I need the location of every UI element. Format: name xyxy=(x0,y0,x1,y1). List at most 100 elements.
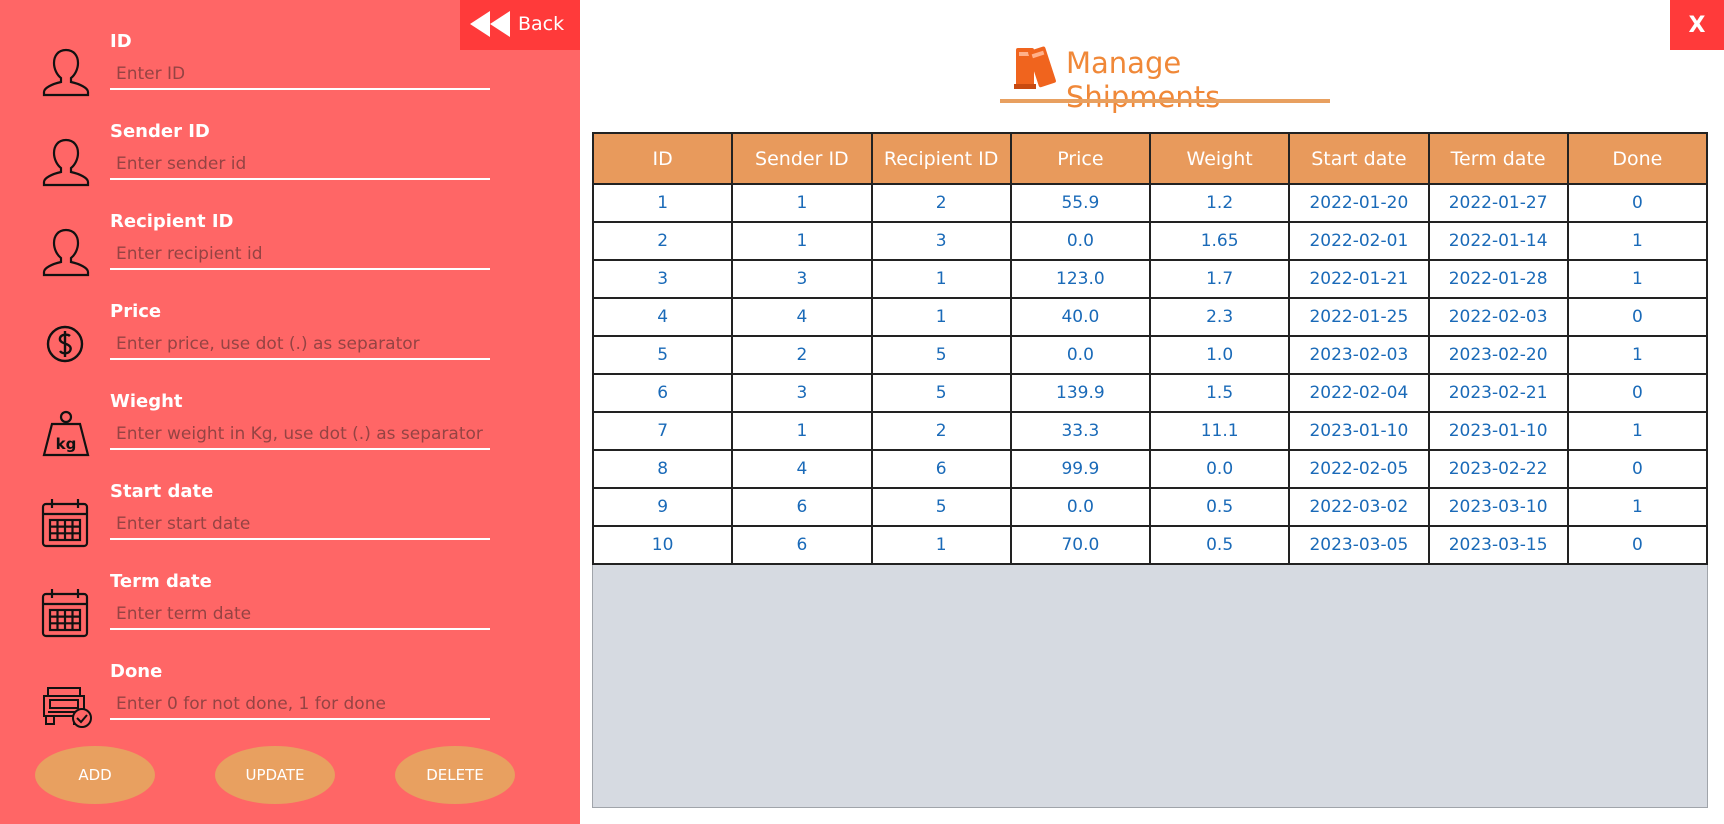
table-cell[interactable]: 1 xyxy=(870,525,1012,565)
table-cell[interactable]: 2.3 xyxy=(1148,297,1291,337)
table-cell[interactable]: 2 xyxy=(591,221,734,261)
column-header[interactable]: Price xyxy=(1009,132,1152,185)
column-header[interactable]: Recipient ID xyxy=(870,132,1012,185)
table-cell[interactable]: 6 xyxy=(731,525,873,565)
table-row[interactable]: 10 6 1 70.0 0.5 2023-03-05 2023-03-15 0 xyxy=(591,525,1709,565)
table-cell[interactable]: 0.0 xyxy=(1009,487,1152,527)
table-cell[interactable]: 1 xyxy=(731,221,873,261)
delete-button[interactable]: DELETE xyxy=(395,746,515,804)
table-cell[interactable]: 5 xyxy=(870,335,1012,375)
column-header[interactable]: Term date xyxy=(1427,132,1569,185)
table-cell[interactable]: 4 xyxy=(731,449,873,489)
table-cell[interactable]: 1 xyxy=(731,183,873,223)
start-date-input[interactable] xyxy=(110,510,490,540)
table-cell[interactable]: 3 xyxy=(591,259,734,299)
table-cell[interactable]: 1 xyxy=(870,297,1012,337)
weight-input[interactable] xyxy=(110,420,490,450)
table-row[interactable]: 5 2 5 0.0 1.0 2023-02-03 2023-02-20 1 xyxy=(591,335,1709,375)
table-cell[interactable]: 3 xyxy=(731,373,873,413)
table-cell[interactable]: 4 xyxy=(591,297,734,337)
table-cell[interactable]: 2022-01-20 xyxy=(1288,183,1430,223)
table-cell[interactable]: 2022-02-03 xyxy=(1427,297,1569,337)
column-header[interactable]: Weight xyxy=(1148,132,1291,185)
table-cell[interactable]: 3 xyxy=(870,221,1012,261)
table-cell[interactable]: 6 xyxy=(870,449,1012,489)
table-row[interactable]: 1 1 2 55.9 1.2 2022-01-20 2022-01-27 0 xyxy=(591,183,1709,223)
id-input[interactable] xyxy=(110,60,490,90)
table-cell[interactable]: 2023-02-22 xyxy=(1427,449,1569,489)
table-cell[interactable]: 2022-01-21 xyxy=(1288,259,1430,299)
column-header[interactable]: Start date xyxy=(1288,132,1430,185)
table-cell[interactable]: 2 xyxy=(870,411,1012,451)
table-row[interactable]: 3 3 1 123.0 1.7 2022-01-21 2022-01-28 1 xyxy=(591,259,1709,299)
table-cell[interactable]: 1 xyxy=(870,259,1012,299)
table-cell[interactable]: 1.0 xyxy=(1148,335,1291,375)
table-cell[interactable]: 123.0 xyxy=(1009,259,1152,299)
done-input[interactable] xyxy=(110,690,490,720)
table-cell[interactable]: 2022-01-27 xyxy=(1427,183,1569,223)
table-cell[interactable]: 0.0 xyxy=(1009,335,1152,375)
table-cell[interactable]: 40.0 xyxy=(1009,297,1152,337)
recipient-id-input[interactable] xyxy=(110,240,490,270)
table-cell[interactable]: 4 xyxy=(731,297,873,337)
table-cell[interactable]: 9 xyxy=(591,487,734,527)
table-cell[interactable]: 139.9 xyxy=(1009,373,1152,413)
table-cell[interactable]: 0.0 xyxy=(1009,221,1152,261)
table-cell[interactable]: 2022-02-04 xyxy=(1288,373,1430,413)
price-input[interactable] xyxy=(110,330,490,360)
table-cell[interactable]: 1 xyxy=(1566,411,1709,451)
table-cell[interactable]: 8 xyxy=(591,449,734,489)
table-cell[interactable]: 6 xyxy=(731,487,873,527)
table-row[interactable]: 4 4 1 40.0 2.3 2022-01-25 2022-02-03 0 xyxy=(591,297,1709,337)
table-cell[interactable]: 0.0 xyxy=(1148,449,1291,489)
table-cell[interactable]: 70.0 xyxy=(1009,525,1152,565)
table-cell[interactable]: 1 xyxy=(591,183,734,223)
table-row[interactable]: 6 3 5 139.9 1.5 2022-02-04 2023-02-21 0 xyxy=(591,373,1709,413)
table-cell[interactable]: 5 xyxy=(591,335,734,375)
column-header[interactable]: ID xyxy=(591,132,734,185)
update-button[interactable]: UPDATE xyxy=(215,746,335,804)
table-cell[interactable]: 2022-02-01 xyxy=(1288,221,1430,261)
table-cell[interactable]: 1.7 xyxy=(1148,259,1291,299)
shipments-table-area[interactable]: ID Sender ID Recipient ID Price Weight S… xyxy=(591,132,1709,808)
table-cell[interactable]: 1.65 xyxy=(1148,221,1291,261)
table-cell[interactable]: 2023-03-15 xyxy=(1427,525,1569,565)
table-cell[interactable]: 99.9 xyxy=(1009,449,1152,489)
table-cell[interactable]: 2023-02-20 xyxy=(1427,335,1569,375)
table-cell[interactable]: 1 xyxy=(1566,259,1709,299)
add-button[interactable]: ADD xyxy=(35,746,155,804)
table-cell[interactable]: 2022-01-28 xyxy=(1427,259,1569,299)
table-cell[interactable]: 1 xyxy=(1566,221,1709,261)
table-cell[interactable]: 1.5 xyxy=(1148,373,1291,413)
table-cell[interactable]: 2022-02-05 xyxy=(1288,449,1430,489)
table-cell[interactable]: 2022-01-25 xyxy=(1288,297,1430,337)
table-cell[interactable]: 3 xyxy=(731,259,873,299)
table-cell[interactable]: 2022-01-14 xyxy=(1427,221,1569,261)
table-cell[interactable]: 33.3 xyxy=(1009,411,1152,451)
column-header[interactable]: Sender ID xyxy=(731,132,873,185)
table-cell[interactable]: 2022-03-02 xyxy=(1288,487,1430,527)
table-cell[interactable]: 0.5 xyxy=(1148,525,1291,565)
table-cell[interactable]: 0 xyxy=(1566,183,1709,223)
table-cell[interactable]: 2023-03-05 xyxy=(1288,525,1430,565)
table-cell[interactable]: 1.2 xyxy=(1148,183,1291,223)
table-cell[interactable]: 7 xyxy=(591,411,734,451)
table-cell[interactable]: 0 xyxy=(1566,297,1709,337)
table-cell[interactable]: 2023-01-10 xyxy=(1288,411,1430,451)
table-cell[interactable]: 5 xyxy=(870,487,1012,527)
table-cell[interactable]: 1 xyxy=(731,411,873,451)
table-cell[interactable]: 2023-03-10 xyxy=(1427,487,1569,527)
column-header[interactable]: Done xyxy=(1566,132,1709,185)
table-row[interactable]: 8 4 6 99.9 0.0 2022-02-05 2023-02-22 0 xyxy=(591,449,1709,489)
table-cell[interactable]: 2023-01-10 xyxy=(1427,411,1569,451)
table-cell[interactable]: 1 xyxy=(1566,487,1709,527)
table-cell[interactable]: 55.9 xyxy=(1009,183,1152,223)
sender-id-input[interactable] xyxy=(110,150,490,180)
table-row[interactable]: 2 1 3 0.0 1.65 2022-02-01 2022-01-14 1 xyxy=(591,221,1709,261)
table-cell[interactable]: 0 xyxy=(1566,373,1709,413)
table-cell[interactable]: 1 xyxy=(1566,335,1709,375)
table-cell[interactable]: 6 xyxy=(591,373,734,413)
close-button[interactable]: X xyxy=(1670,0,1724,50)
table-cell[interactable]: 10 xyxy=(591,525,734,565)
table-row[interactable]: 7 1 2 33.3 11.1 2023-01-10 2023-01-10 1 xyxy=(591,411,1709,451)
